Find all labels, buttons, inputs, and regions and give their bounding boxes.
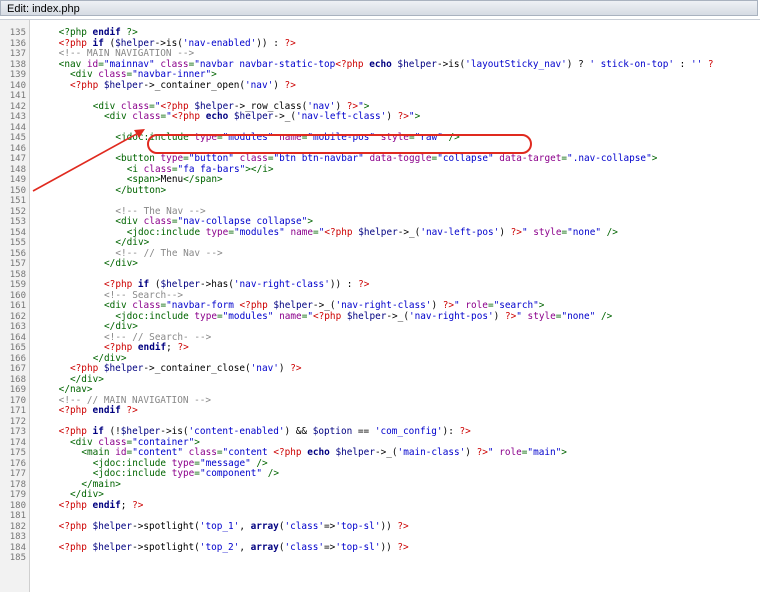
code-editor[interactable]: 135 <?php endif ?> 136 <?php if ($helper->i… <box>0 19 760 592</box>
window-titlebar: Edit: index.php <box>0 0 758 16</box>
window-title: Edit: index.php <box>7 3 80 15</box>
annotation-arrow-icon <box>32 129 145 192</box>
